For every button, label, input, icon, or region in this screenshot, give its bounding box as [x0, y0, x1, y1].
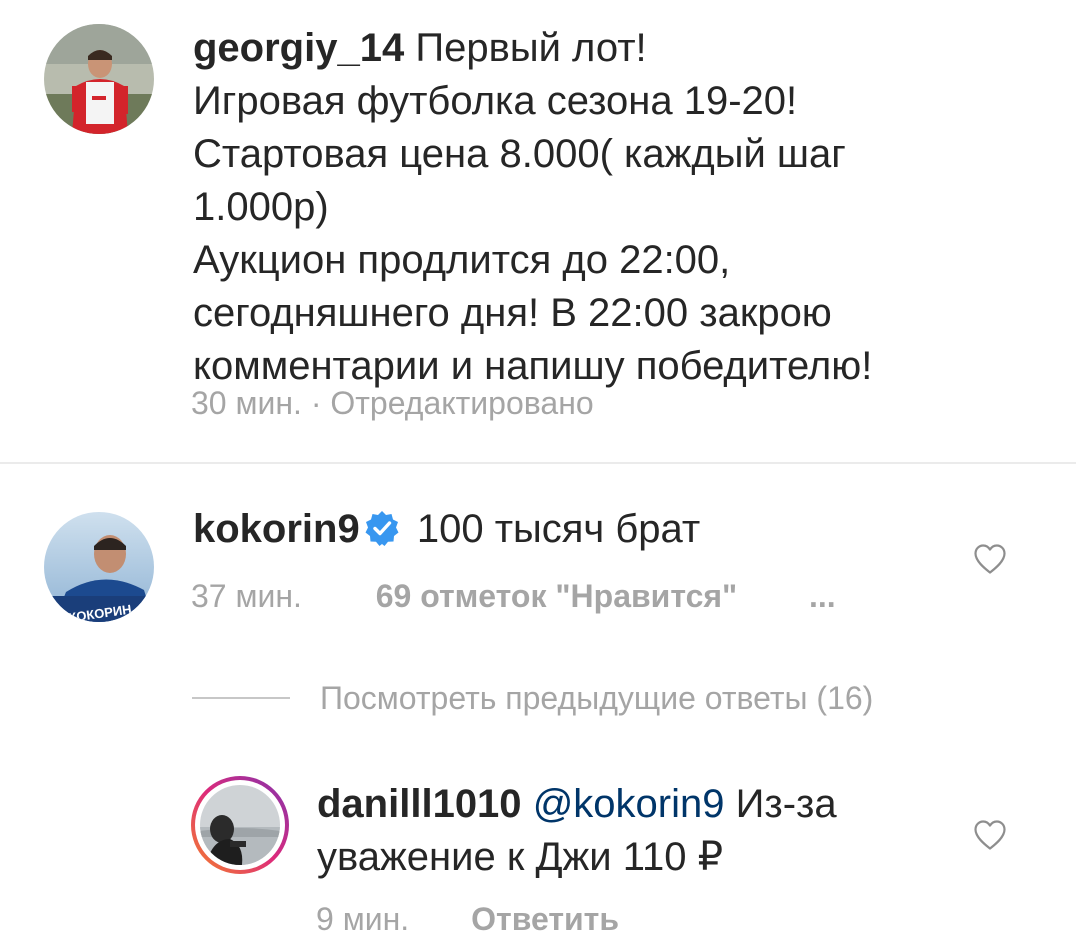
heart-outline-icon[interactable] — [973, 543, 1007, 575]
reply-avatar-story-ring[interactable] — [191, 776, 289, 874]
post-time: 30 мин. — [191, 385, 302, 421]
commenter-username[interactable]: kokorin9 — [193, 507, 360, 551]
reply-avatar — [200, 785, 280, 865]
reply-time: 9 мин. — [316, 901, 410, 937]
reply-text-1: Из-за — [735, 782, 837, 826]
replies-line — [192, 697, 290, 699]
reply-body: danilll1010 @kokorin9 Из-за уважение к Д… — [317, 778, 837, 884]
caption-text: Первый лот! — [415, 26, 647, 70]
comment-meta: 37 мин. 69 отметок "Нравится" ... — [191, 578, 836, 615]
edited-label: Отредактировано — [330, 385, 594, 421]
reply-mention[interactable]: @kokorin9 — [533, 782, 725, 826]
caption-line: Игровая футболка сезона 19-20! — [193, 79, 798, 123]
view-previous-label: Посмотреть предыдущие ответы (16) — [320, 679, 874, 716]
caption-line: сегодняшнего дня! В 22:00 закрою — [193, 291, 832, 335]
view-previous-replies-button[interactable]: Посмотреть предыдущие ответы (16) — [192, 678, 873, 718]
reply-line-2: уважение к Джи 110 ₽ — [317, 835, 724, 879]
meta-separator: · — [310, 385, 322, 421]
caption-line: Стартовая цена 8.000( каждый шаг — [193, 132, 846, 176]
reply-line-1: danilll1010 @kokorin9 Из-за — [317, 778, 837, 831]
heart-outline-icon[interactable] — [973, 819, 1007, 851]
post-author-username[interactable]: georgiy_14 — [193, 26, 404, 70]
reply-button[interactable]: Ответить — [471, 901, 619, 937]
commenter-avatar[interactable]: КОКОРИН — [44, 512, 154, 622]
reply-username[interactable]: danilll1010 — [317, 782, 522, 826]
divider — [0, 462, 1076, 464]
comment-time: 37 мин. — [191, 578, 302, 614]
post-author-avatar[interactable] — [44, 24, 154, 134]
more-options-icon[interactable]: ... — [809, 578, 836, 614]
verified-badge-icon — [364, 507, 400, 560]
reply-meta: 9 мин. Ответить — [316, 901, 619, 938]
post-caption: georgiy_14 Первый лот! Игровая футболка … — [193, 22, 1053, 393]
caption-line: 1.000р) — [193, 185, 329, 229]
comment-likes-count[interactable]: 69 отметок "Нравится" — [376, 578, 738, 614]
comment-text: 100 тысяч брат — [416, 507, 701, 551]
post-meta: 30 мин. · Отредактировано — [191, 385, 594, 422]
caption-line: Аукцион продлится до 22:00, — [193, 238, 731, 282]
caption-line: georgiy_14 Первый лот! — [193, 22, 1053, 75]
comment-body: kokorin9 100 тысяч брат — [193, 503, 700, 560]
